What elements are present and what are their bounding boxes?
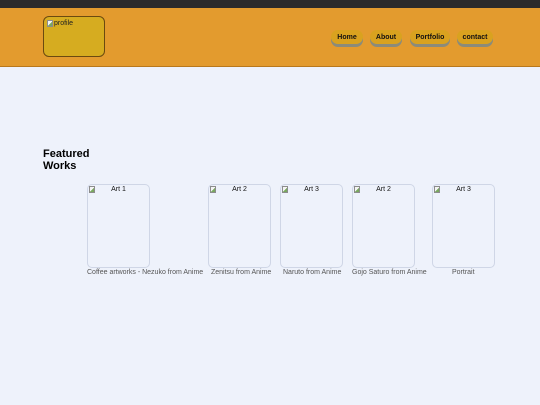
broken-image-icon xyxy=(47,20,53,27)
broken-image-icon xyxy=(89,186,95,193)
work-image-5-alt: Art 3 xyxy=(433,186,494,193)
work-alt-text: Art 1 xyxy=(111,186,126,193)
broken-image-icon xyxy=(210,186,216,193)
work-image-2-alt: Art 2 xyxy=(209,186,270,193)
work-alt-text: Art 3 xyxy=(456,186,471,193)
site-header: profile Home About Portfolio contact xyxy=(0,8,540,67)
top-bar xyxy=(0,0,540,8)
broken-image-icon xyxy=(282,186,288,193)
work-caption-2: Zenitsu from Anime xyxy=(211,269,272,276)
featured-works-title: Featured Works xyxy=(43,148,90,172)
work-caption-5: Portrait xyxy=(452,269,475,276)
nav-about-button[interactable]: About xyxy=(370,30,402,44)
work-image-3-alt: Art 3 xyxy=(281,186,342,193)
work-image-1-alt: Art 1 xyxy=(88,186,149,193)
work-image-4[interactable]: Art 2 xyxy=(352,184,415,268)
work-alt-text: Art 2 xyxy=(376,186,391,193)
work-caption-1: Coffee artworks - Nezuko from Anime xyxy=(87,269,204,276)
work-alt-text: Art 2 xyxy=(232,186,247,193)
work-image-3[interactable]: Art 3 xyxy=(280,184,343,268)
nav-portfolio-button[interactable]: Portfolio xyxy=(410,30,450,44)
work-image-4-alt: Art 2 xyxy=(353,186,414,193)
work-image-2[interactable]: Art 2 xyxy=(208,184,271,268)
work-image-5[interactable]: Art 3 xyxy=(432,184,495,268)
profile-image-alt: profile xyxy=(47,20,73,27)
work-caption-3: Naruto from Anime xyxy=(283,269,342,276)
work-image-1[interactable]: Art 1 xyxy=(87,184,150,268)
nav-contact-button[interactable]: contact xyxy=(457,30,493,44)
profile-image[interactable]: profile xyxy=(43,16,105,57)
nav-home-button[interactable]: Home xyxy=(331,30,363,44)
work-alt-text: Art 3 xyxy=(304,186,319,193)
broken-image-icon xyxy=(354,186,360,193)
profile-alt-text: profile xyxy=(54,20,74,27)
broken-image-icon xyxy=(434,186,440,193)
work-caption-4: Gojo Saturo from Anime xyxy=(352,269,427,276)
